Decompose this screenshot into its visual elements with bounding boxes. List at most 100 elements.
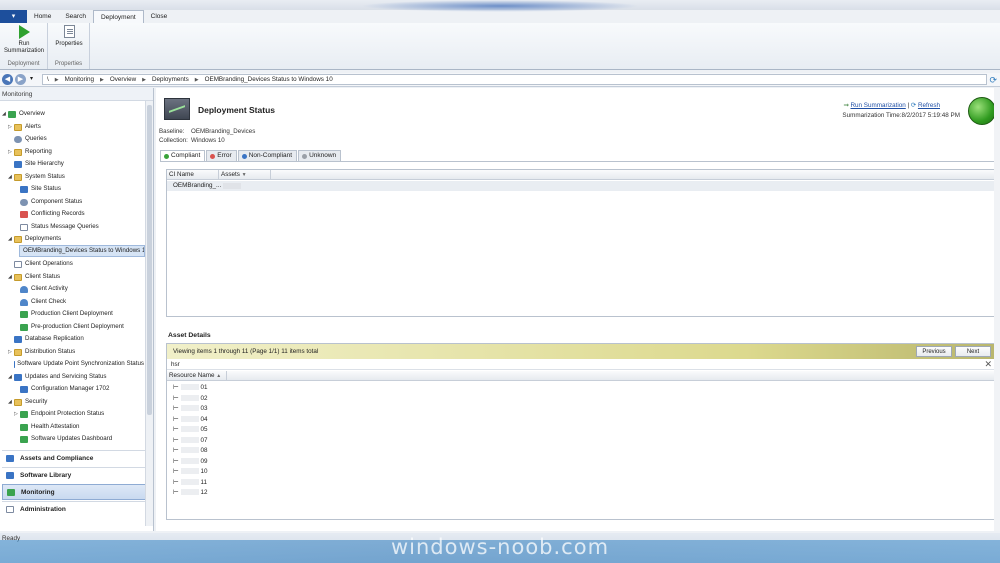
tree-health-attestation[interactable]: Health Attestation <box>20 421 80 433</box>
tree-conflicting-records[interactable]: Conflicting Records <box>20 208 85 220</box>
paging-banner: Viewing items 1 through 11 (Page 1/1) 11… <box>167 344 994 359</box>
collection-row: Collection: Windows 10 <box>159 137 225 144</box>
client-operations-icon <box>14 260 22 268</box>
list-item[interactable]: ⊢ 11 <box>173 478 207 489</box>
breadcrumb-deployments[interactable]: Deployments <box>152 76 189 83</box>
tree-site-status[interactable]: Site Status <box>20 183 61 195</box>
filter-row[interactable]: hsr ✕ <box>167 359 994 370</box>
list-item[interactable]: ⊢ 05 <box>173 425 208 436</box>
breadcrumb[interactable]: \ ▶ Monitoring ▶ Overview ▶ Deployments ▶ OE… <box>42 74 987 85</box>
next-button[interactable]: Next <box>955 346 991 357</box>
play-icon <box>18 25 30 39</box>
tree-software-updates-dashboard[interactable]: Software Updates Dashboard <box>20 433 112 445</box>
tree-client-status[interactable]: ◢ Client Status <box>8 271 60 283</box>
list-item[interactable]: ⊢ 01 <box>173 383 208 394</box>
list-item[interactable]: ⊢ 10 <box>173 467 208 478</box>
nav-scroll-thumb[interactable] <box>147 105 152 415</box>
compliant-dot-icon <box>164 153 169 159</box>
breadcrumb-overview[interactable]: Overview <box>110 76 136 83</box>
tree-client-operations[interactable]: Client Operations <box>14 258 73 270</box>
list-item[interactable]: ⊢ 12 <box>173 488 208 499</box>
app-menu-button[interactable]: ▾ <box>0 10 27 23</box>
tab-home[interactable]: Home <box>27 10 58 23</box>
tree-queries[interactable]: Queries <box>14 133 47 145</box>
tree-database-replication[interactable]: Database Replication <box>14 333 84 345</box>
table-row[interactable] <box>167 181 994 191</box>
tree-client-activity[interactable]: Client Activity <box>20 283 68 295</box>
tab-search[interactable]: Search <box>58 10 93 23</box>
tree-updates-servicing-status[interactable]: ◢ Updates and Servicing Status <box>8 371 107 383</box>
tab-divider <box>160 161 996 162</box>
sort-icon: ▼ <box>241 172 247 178</box>
endpoint-protection-icon <box>20 410 28 418</box>
clear-filter-icon[interactable]: ✕ <box>984 359 992 370</box>
tree-deployments[interactable]: ◢ Deployments <box>8 233 61 245</box>
column-filler <box>271 170 994 180</box>
workspace-assets-and-compliance[interactable]: Assets and Compliance <box>2 450 152 466</box>
list-item[interactable]: ⊢ 07 <box>173 436 208 447</box>
list-item[interactable]: ⊢ 08 <box>173 446 208 457</box>
tree-client-check[interactable]: Client Check <box>20 296 66 308</box>
nav-scrollbar[interactable] <box>145 101 153 526</box>
tree-endpoint-protection-status[interactable]: ▷ Endpoint Protection Status <box>14 408 104 420</box>
list-item[interactable]: ⊢ 04 <box>173 415 208 426</box>
non-compliant-dot-icon <box>241 153 247 159</box>
filter-input[interactable]: hsr <box>171 361 180 368</box>
tree-component-status[interactable]: Component Status <box>20 196 82 208</box>
refresh-icon[interactable]: ⟳ <box>989 75 997 85</box>
list-item[interactable]: ⊢ 02 <box>173 394 208 405</box>
tree-alerts[interactable]: ▷ Alerts <box>8 121 41 133</box>
previous-button[interactable]: Previous <box>916 346 952 357</box>
properties-button[interactable]: Properties <box>52 25 86 48</box>
administration-icon <box>6 506 14 513</box>
content-scrollbar[interactable] <box>994 88 1000 531</box>
tree-status-message-queries[interactable]: Status Message Queries <box>20 221 99 233</box>
tab-non-compliant[interactable]: Non-Compliant <box>237 150 298 161</box>
tree-preproduction-client-deployment[interactable]: Pre-production Client Deployment <box>20 321 124 333</box>
software-updates-dashboard-icon <box>20 435 28 443</box>
list-item[interactable]: ⊢ 03 <box>173 404 208 415</box>
address-bar: ◀ ▶ ▾ \ ▶ Monitoring ▶ Overview ▶ Deploymen… <box>0 73 1000 87</box>
history-dropdown-icon[interactable]: ▾ <box>30 75 33 82</box>
production-client-deployment-icon <box>20 310 28 318</box>
tree-security[interactable]: ◢ Security <box>8 396 47 408</box>
status-tabs: Compliant Error Non-Compliant Unknown <box>160 150 342 161</box>
unknown-dot-icon <box>302 153 308 159</box>
tree-reporting[interactable]: ▷ Reporting <box>8 146 52 158</box>
tree-distribution-status[interactable]: ▷ Distribution Status <box>8 346 75 358</box>
tab-unknown[interactable]: Unknown <box>298 150 342 161</box>
forward-arrow-icon[interactable]: ▶ <box>15 74 26 85</box>
tab-compliant[interactable]: Compliant <box>160 150 206 161</box>
tree-system-status[interactable]: ◢ System Status <box>8 171 65 183</box>
tree-production-client-deployment[interactable]: Production Client Deployment <box>20 308 113 320</box>
column-assets[interactable]: Assets ▼ <box>219 170 271 180</box>
configmgr-update-icon <box>20 385 28 393</box>
run-summarization-button[interactable]: Run Summarization <box>2 25 46 55</box>
back-arrow-icon[interactable]: ◀ <box>2 74 13 85</box>
breadcrumb-root[interactable]: \ <box>47 76 49 83</box>
workspace-monitoring[interactable]: Monitoring <box>2 484 152 500</box>
list-item[interactable]: ⊢ 09 <box>173 457 208 468</box>
tree-overview[interactable]: ◢ Overview <box>2 108 45 120</box>
tree-site-hierarchy[interactable]: Site Hierarchy <box>14 158 64 170</box>
assets-compliance-icon <box>6 455 14 462</box>
ribbon: Run Summarization Deployment Properties … <box>0 23 1000 70</box>
tab-deployment[interactable]: Deployment <box>92 10 144 23</box>
column-ci-name[interactable]: CI Name <box>167 170 219 180</box>
ribbon-group-deployment: Run Summarization Deployment <box>0 23 48 69</box>
workspace-software-library[interactable]: Software Library <box>2 467 152 483</box>
group-label-deployment: Deployment <box>7 61 40 67</box>
title-bar <box>0 0 1000 12</box>
breadcrumb-current[interactable]: OEMBranding_Devices Status to Windows 10 <box>205 76 333 83</box>
tree-configuration-manager-1702[interactable]: Configuration Manager 1702 <box>20 383 109 395</box>
tab-error[interactable]: Error <box>206 150 237 161</box>
status-message-queries-icon <box>20 223 28 231</box>
tree-sup-sync-status[interactable]: Software Update Point Synchronization St… <box>14 358 144 370</box>
run-summarization-link[interactable]: Run Summarization <box>850 102 905 109</box>
tab-close[interactable]: Close <box>144 10 175 23</box>
refresh-link[interactable]: Refresh <box>918 102 940 109</box>
tree-oembranding-deployment[interactable]: OEMBranding_Devices Status to Windows 10 <box>19 245 145 257</box>
breadcrumb-monitoring[interactable]: Monitoring <box>65 76 94 83</box>
column-resource-name[interactable]: Resource Name ▲ <box>167 371 227 381</box>
workspace-administration[interactable]: Administration <box>2 501 152 517</box>
